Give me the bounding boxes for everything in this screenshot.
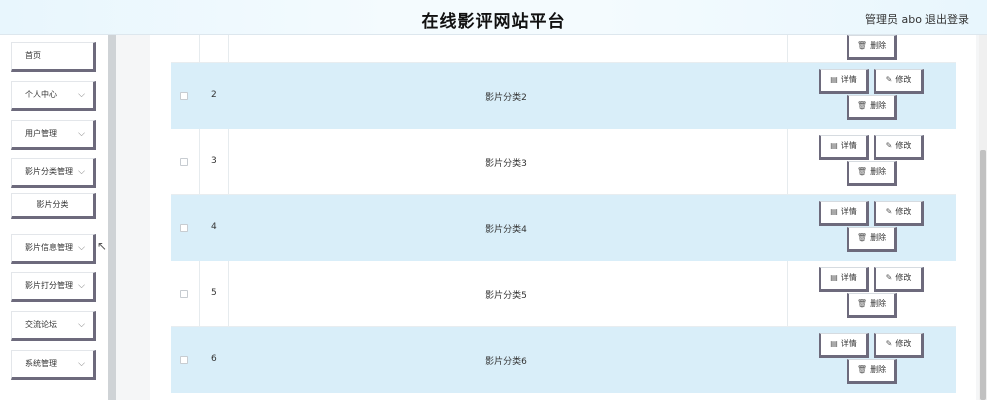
detail-button[interactable]: ▤ 详情 — [819, 69, 869, 94]
trash-icon: 🗑 — [856, 233, 868, 242]
content-scrollbar-thumb[interactable] — [980, 150, 986, 400]
chevron-down-icon: ⌵ — [78, 90, 85, 100]
row-category-name: 影片分类4 — [485, 225, 527, 235]
sidebar-item-film-category-management[interactable]: 影片分类管理 ⌵ — [11, 158, 96, 188]
chevron-down-icon: ⌵ — [78, 281, 85, 291]
sidebar-item-label: 用户管理 — [25, 129, 57, 138]
table-row: 2 影片分类2 ▤ 详情 ✎ 修改 🗑 删除 — [171, 63, 956, 129]
sidebar-item-forum[interactable]: 交流论坛 ⌵ — [11, 311, 96, 341]
row-index: 5 — [211, 288, 217, 298]
delete-button[interactable]: 🗑 删除 — [847, 35, 897, 60]
edit-button[interactable]: ✎ 修改 — [874, 69, 924, 94]
pencil-icon: ✎ — [885, 339, 893, 348]
detail-button[interactable]: ▤ 详情 — [819, 267, 869, 292]
sidebar-item-label: 影片分类管理 — [25, 167, 73, 176]
mouse-cursor-icon: ↖ — [97, 239, 108, 253]
detail-button[interactable]: ▤ 详情 — [819, 135, 869, 160]
trash-icon: 🗑 — [856, 299, 868, 308]
row-category-name: 影片分类2 — [485, 93, 527, 103]
delete-button[interactable]: 🗑 删除 — [847, 161, 897, 186]
chevron-down-icon: ⌵ — [78, 243, 85, 253]
table-row: 3 影片分类3 ▤ 详情 ✎ 修改 🗑 删除 — [171, 129, 956, 195]
detail-button[interactable]: ▤ 详情 — [819, 201, 869, 226]
sidebar-scrollbar[interactable] — [108, 35, 116, 400]
row-checkbox[interactable] — [180, 290, 188, 298]
logout-link[interactable]: 退出登录 — [925, 11, 969, 27]
sidebar-item-film-rating-management[interactable]: 影片打分管理 ⌵ — [11, 272, 96, 302]
document-icon: ▤ — [830, 207, 838, 216]
trash-icon: 🗑 — [856, 101, 868, 110]
chevron-down-icon: ⌵ — [78, 167, 85, 177]
delete-button[interactable]: 🗑 删除 — [847, 359, 897, 384]
row-index: 2 — [211, 90, 217, 100]
detail-button[interactable]: ▤ 详情 — [819, 333, 869, 358]
edit-button[interactable]: ✎ 修改 — [874, 201, 924, 226]
delete-button[interactable]: 🗑 删除 — [847, 95, 897, 120]
sidebar-item-home[interactable]: 首页 — [11, 42, 96, 72]
sidebar-item-label: 系统管理 — [25, 359, 57, 368]
row-checkbox[interactable] — [180, 158, 188, 166]
sidebar-item-film-info-management[interactable]: 影片信息管理 ⌵ — [11, 234, 96, 264]
sidebar-item-system-management[interactable]: 系统管理 ⌵ — [11, 350, 96, 380]
pencil-icon: ✎ — [885, 207, 893, 216]
row-checkbox[interactable] — [180, 356, 188, 364]
trash-icon: 🗑 — [856, 41, 868, 50]
site-title: 在线影评网站平台 — [421, 12, 566, 32]
chevron-down-icon: ⌵ — [78, 359, 85, 369]
sidebar-item-label: 交流论坛 — [25, 320, 57, 329]
row-category-name: 影片分类5 — [485, 291, 527, 301]
trash-icon: 🗑 — [856, 167, 868, 176]
table-row: 🗑 删除 — [171, 35, 956, 63]
row-index: 4 — [211, 222, 217, 232]
table-row: 4 影片分类4 ▤ 详情 ✎ 修改 🗑 删除 — [171, 195, 956, 261]
document-icon: ▤ — [830, 273, 838, 282]
delete-button[interactable]: 🗑 删除 — [847, 227, 897, 252]
pencil-icon: ✎ — [885, 273, 893, 282]
edit-button[interactable]: ✎ 修改 — [874, 333, 924, 358]
category-table: 🗑 删除 2 影片分类2 ▤ 详情 ✎ 修改 🗑 删除 3 影片分类3 ▤ 详情 ✎ 修改 … — [171, 35, 956, 400]
pencil-icon: ✎ — [885, 141, 893, 150]
sidebar-item-user-management[interactable]: 用户管理 ⌵ — [11, 120, 96, 150]
row-checkbox[interactable] — [180, 224, 188, 232]
edit-button[interactable]: ✎ 修改 — [874, 267, 924, 292]
row-category-name: 影片分类6 — [485, 357, 527, 367]
row-category-name: 影片分类3 — [485, 159, 527, 169]
top-header: 在线影评网站平台 管理员 abo 退出登录 — [0, 0, 987, 35]
admin-user-label: 管理员 abo — [865, 13, 922, 26]
sidebar-item-label: 个人中心 — [25, 90, 57, 99]
pencil-icon: ✎ — [885, 75, 893, 84]
sidebar-subitem-film-category[interactable]: 影片分类 — [11, 193, 96, 219]
sidebar-item-label: 影片打分管理 — [25, 281, 73, 290]
row-checkbox[interactable] — [180, 92, 188, 100]
delete-button[interactable]: 🗑 删除 — [847, 293, 897, 318]
document-icon: ▤ — [830, 141, 838, 150]
chevron-down-icon: ⌵ — [78, 320, 85, 330]
row-index: 6 — [211, 354, 217, 364]
document-icon: ▤ — [830, 75, 838, 84]
sidebar-item-personal-center[interactable]: 个人中心 ⌵ — [11, 81, 96, 111]
chevron-down-icon: ⌵ — [78, 129, 85, 139]
sidebar-item-label: 影片信息管理 — [25, 243, 73, 252]
sidebar-item-label: 首页 — [25, 51, 41, 60]
table-row: 5 影片分类5 ▤ 详情 ✎ 修改 🗑 删除 — [171, 261, 956, 327]
document-icon: ▤ — [830, 339, 838, 348]
row-index: 3 — [211, 156, 217, 166]
edit-button[interactable]: ✎ 修改 — [874, 135, 924, 160]
trash-icon: 🗑 — [856, 365, 868, 374]
table-row: 6 影片分类6 ▤ 详情 ✎ 修改 🗑 删除 — [171, 327, 956, 393]
